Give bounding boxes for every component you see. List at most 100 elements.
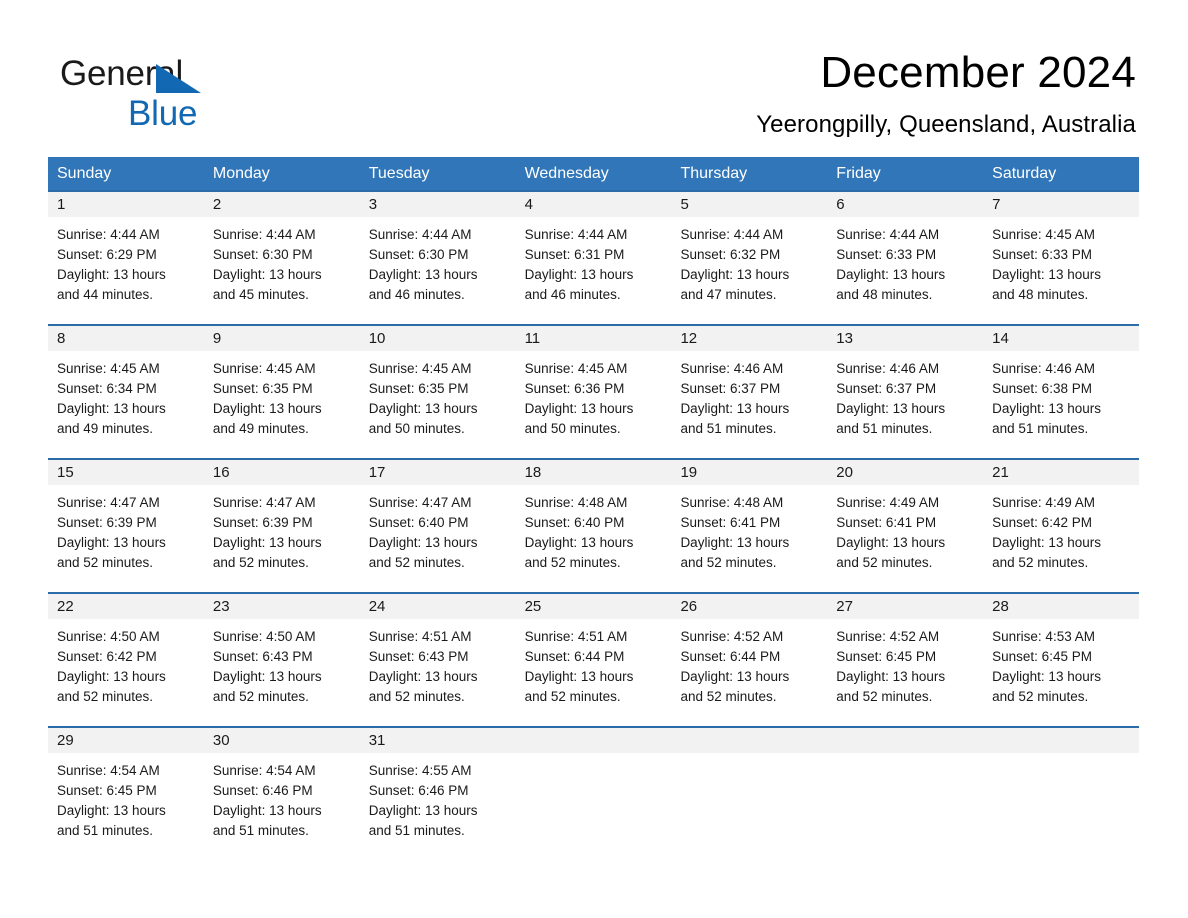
day-number-band: 27	[827, 594, 984, 619]
day-cell[interactable]: 27 Sunrise: 4:52 AM Sunset: 6:45 PM Dayl…	[827, 594, 984, 726]
day-number-band: 17	[359, 460, 516, 485]
day-cell[interactable]: 1 Sunrise: 4:44 AM Sunset: 6:29 PM Dayli…	[48, 192, 204, 324]
day-number: 31	[368, 732, 386, 749]
day-number: 30	[212, 732, 230, 749]
sunset-text: Sunset: 6:42 PM	[992, 515, 1092, 530]
day-cell[interactable]: 26 Sunrise: 4:52 AM Sunset: 6:44 PM Dayl…	[671, 594, 828, 726]
day-details: Sunrise: 4:53 AM Sunset: 6:45 PM Dayligh…	[983, 619, 1139, 707]
day-cell[interactable]: 4 Sunrise: 4:44 AM Sunset: 6:31 PM Dayli…	[515, 192, 672, 324]
day-cell[interactable]: 3 Sunrise: 4:44 AM Sunset: 6:30 PM Dayli…	[359, 192, 516, 324]
sunset-text: Sunset: 6:33 PM	[992, 247, 1092, 262]
sunrise-text: Sunrise: 4:45 AM	[368, 361, 472, 376]
day-details: Sunrise: 4:54 AM Sunset: 6:45 PM Dayligh…	[48, 753, 204, 841]
day-cell[interactable]: 31 Sunrise: 4:55 AM Sunset: 6:46 PM Dayl…	[359, 728, 516, 856]
day-number-band: 11	[515, 326, 672, 351]
day-details: Sunrise: 4:50 AM Sunset: 6:42 PM Dayligh…	[48, 619, 204, 707]
day-number: 17	[368, 464, 386, 481]
day-cell[interactable]: 9 Sunrise: 4:45 AM Sunset: 6:35 PM Dayli…	[203, 326, 360, 458]
daylight-text: Daylight: 13 hours and 49 minutes.	[57, 401, 166, 436]
daylight-text: Daylight: 13 hours and 52 minutes.	[57, 669, 166, 704]
day-details: Sunrise: 4:47 AM Sunset: 6:40 PM Dayligh…	[360, 485, 516, 573]
day-cell[interactable]: 11 Sunrise: 4:45 AM Sunset: 6:36 PM Dayl…	[515, 326, 672, 458]
day-number-band: 1	[48, 192, 204, 217]
day-number: 5	[680, 196, 689, 213]
day-number-band: 2	[203, 192, 360, 217]
day-cell[interactable]: 21 Sunrise: 4:49 AM Sunset: 6:42 PM Dayl…	[983, 460, 1140, 592]
sunrise-text: Sunrise: 4:46 AM	[680, 361, 784, 376]
day-cell[interactable]: 14 Sunrise: 4:46 AM Sunset: 6:38 PM Dayl…	[983, 326, 1140, 458]
day-number-band: 18	[515, 460, 672, 485]
day-number: 10	[368, 330, 386, 347]
sunset-text: Sunset: 6:30 PM	[368, 247, 469, 262]
day-number: 2	[212, 196, 222, 213]
general-blue-logo: General Blue	[60, 48, 280, 131]
day-cell[interactable]: 15 Sunrise: 4:47 AM Sunset: 6:39 PM Dayl…	[48, 460, 204, 592]
sunset-text: Sunset: 6:42 PM	[57, 649, 157, 664]
calendar-table: Sunday Monday Tuesday Wednesday Thursday…	[48, 157, 1140, 856]
day-cell[interactable]: 24 Sunrise: 4:51 AM Sunset: 6:43 PM Dayl…	[359, 594, 516, 726]
day-cell[interactable]: 20 Sunrise: 4:49 AM Sunset: 6:41 PM Dayl…	[827, 460, 984, 592]
day-cell[interactable]: 5 Sunrise: 4:44 AM Sunset: 6:32 PM Dayli…	[671, 192, 828, 324]
day-cell[interactable]: 30 Sunrise: 4:54 AM Sunset: 6:46 PM Dayl…	[203, 728, 360, 856]
sunrise-text: Sunrise: 4:44 AM	[368, 227, 472, 242]
daylight-text: Daylight: 13 hours and 48 minutes.	[992, 267, 1101, 302]
day-cell[interactable]: 2 Sunrise: 4:44 AM Sunset: 6:30 PM Dayli…	[203, 192, 360, 324]
day-details: Sunrise: 4:54 AM Sunset: 6:46 PM Dayligh…	[204, 753, 360, 841]
day-number-band: 12	[671, 326, 828, 351]
sunset-text: Sunset: 6:37 PM	[680, 381, 781, 396]
day-cell[interactable]: 18 Sunrise: 4:48 AM Sunset: 6:40 PM Dayl…	[515, 460, 672, 592]
day-number-band: 3	[359, 192, 516, 217]
day-cell[interactable]: 10 Sunrise: 4:45 AM Sunset: 6:35 PM Dayl…	[359, 326, 516, 458]
sunset-text: Sunset: 6:45 PM	[836, 649, 937, 664]
sunrise-text: Sunrise: 4:44 AM	[836, 227, 940, 242]
day-cell[interactable]: 12 Sunrise: 4:46 AM Sunset: 6:37 PM Dayl…	[671, 326, 828, 458]
day-number-band: 23	[203, 594, 360, 619]
day-number-band: 10	[359, 326, 516, 351]
day-details	[516, 753, 672, 761]
day-details: Sunrise: 4:46 AM Sunset: 6:37 PM Dayligh…	[671, 351, 827, 439]
day-cell[interactable]: 16 Sunrise: 4:47 AM Sunset: 6:39 PM Dayl…	[203, 460, 360, 592]
sunset-text: Sunset: 6:45 PM	[57, 783, 157, 798]
day-cell[interactable]: 8 Sunrise: 4:45 AM Sunset: 6:34 PM Dayli…	[48, 326, 204, 458]
day-cell[interactable]: 29 Sunrise: 4:54 AM Sunset: 6:45 PM Dayl…	[48, 728, 204, 856]
day-cell[interactable]: 19 Sunrise: 4:48 AM Sunset: 6:41 PM Dayl…	[671, 460, 828, 592]
day-details: Sunrise: 4:46 AM Sunset: 6:38 PM Dayligh…	[983, 351, 1139, 439]
day-number: 12	[680, 330, 698, 347]
week-row: 15 Sunrise: 4:47 AM Sunset: 6:39 PM Dayl…	[48, 458, 1140, 592]
day-number-band	[515, 728, 672, 753]
day-details: Sunrise: 4:47 AM Sunset: 6:39 PM Dayligh…	[204, 485, 360, 573]
day-cell[interactable]: 22 Sunrise: 4:50 AM Sunset: 6:42 PM Dayl…	[48, 594, 204, 726]
day-cell[interactable]: 7 Sunrise: 4:45 AM Sunset: 6:33 PM Dayli…	[983, 192, 1140, 324]
sunset-text: Sunset: 6:45 PM	[992, 649, 1092, 664]
day-details	[983, 753, 1139, 761]
sunset-text: Sunset: 6:34 PM	[57, 381, 157, 396]
weekday-header-wednesday: Wednesday	[524, 165, 609, 182]
day-number-band	[983, 728, 1140, 753]
day-number: 22	[57, 598, 74, 615]
day-cell[interactable]: 23 Sunrise: 4:50 AM Sunset: 6:43 PM Dayl…	[203, 594, 360, 726]
daylight-text: Daylight: 13 hours and 46 minutes.	[524, 267, 634, 302]
day-number: 20	[836, 464, 853, 481]
day-cell[interactable]: 13 Sunrise: 4:46 AM Sunset: 6:37 PM Dayl…	[827, 326, 984, 458]
sunrise-text: Sunrise: 4:47 AM	[57, 495, 160, 510]
sunrise-text: Sunrise: 4:52 AM	[680, 629, 784, 644]
day-details: Sunrise: 4:44 AM Sunset: 6:29 PM Dayligh…	[48, 217, 204, 305]
page-title: December 2024	[820, 48, 1136, 97]
page-header: General Blue December 2024 Yeerongpilly,…	[0, 0, 1188, 139]
day-cell[interactable]: 28 Sunrise: 4:53 AM Sunset: 6:45 PM Dayl…	[983, 594, 1140, 726]
sunrise-text: Sunrise: 4:46 AM	[836, 361, 940, 376]
location-subtitle: Yeerongpilly, Queensland, Australia	[756, 111, 1136, 139]
day-number: 28	[992, 598, 1009, 615]
day-cell[interactable]: 25 Sunrise: 4:51 AM Sunset: 6:44 PM Dayl…	[515, 594, 672, 726]
day-cell[interactable]: 17 Sunrise: 4:47 AM Sunset: 6:40 PM Dayl…	[359, 460, 516, 592]
day-cell[interactable]: 6 Sunrise: 4:44 AM Sunset: 6:33 PM Dayli…	[827, 192, 984, 324]
sunrise-text: Sunrise: 4:49 AM	[992, 495, 1095, 510]
weekday-header-saturday: Saturday	[992, 165, 1057, 182]
daylight-text: Daylight: 13 hours and 45 minutes.	[212, 267, 322, 302]
day-number: 14	[992, 330, 1009, 347]
daylight-text: Daylight: 13 hours and 51 minutes.	[836, 401, 946, 436]
sunset-text: Sunset: 6:36 PM	[524, 381, 625, 396]
daylight-text: Daylight: 13 hours and 52 minutes.	[836, 669, 946, 704]
title-block: December 2024 Yeerongpilly, Queensland, …	[756, 48, 1136, 139]
daylight-text: Daylight: 13 hours and 50 minutes.	[368, 401, 478, 436]
